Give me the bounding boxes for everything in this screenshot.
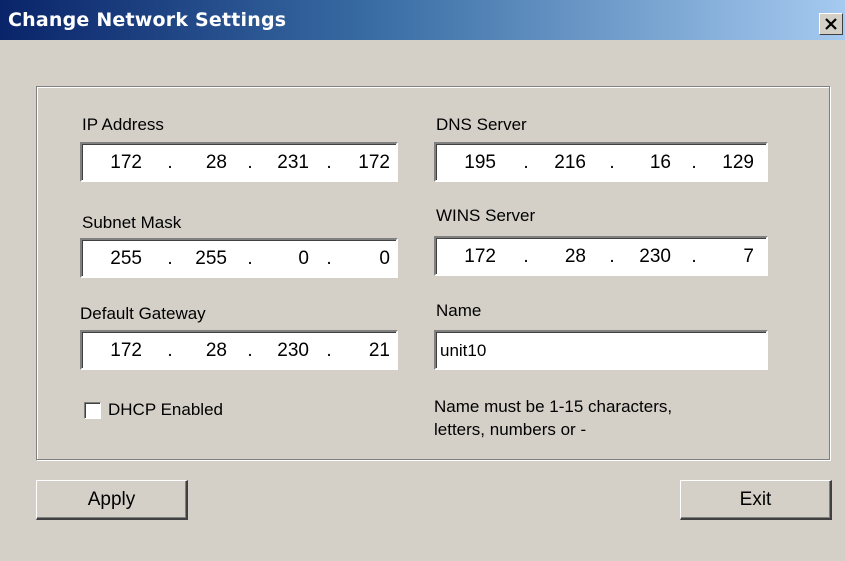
wins-server-octet-1[interactable]: 172 — [446, 246, 496, 268]
default-gateway-field[interactable]: 172 . 28 . 230 . 21 — [80, 330, 398, 370]
ip-address-label: IP Address — [82, 115, 164, 134]
octet-separator: . — [247, 340, 253, 361]
octet-separator: . — [247, 152, 253, 173]
octet-separator: . — [523, 246, 529, 267]
octet-separator: . — [167, 340, 173, 361]
octet-separator: . — [326, 248, 332, 269]
octet-separator: . — [326, 340, 332, 361]
title-bar[interactable]: Change Network Settings — [0, 0, 845, 40]
subnet-mask-octet-4[interactable]: 0 — [340, 248, 390, 270]
ip-address-octet-4[interactable]: 172 — [340, 152, 390, 174]
octet-separator: . — [167, 248, 173, 269]
exit-button[interactable]: Exit — [680, 480, 832, 520]
dns-server-octet-4[interactable]: 129 — [704, 152, 754, 174]
default-gateway-octet-2[interactable]: 28 — [177, 340, 227, 362]
default-gateway-label: Default Gateway — [80, 304, 206, 323]
window-title: Change Network Settings — [8, 9, 287, 31]
ip-address-field[interactable]: 172 . 28 . 231 . 172 — [80, 142, 398, 182]
subnet-mask-octet-2[interactable]: 255 — [177, 248, 227, 270]
ip-address-octet-1[interactable]: 172 — [92, 152, 142, 174]
dns-server-label: DNS Server — [436, 115, 527, 134]
ip-address-octet-3[interactable]: 231 — [259, 152, 309, 174]
wins-server-octet-2[interactable]: 28 — [536, 246, 586, 268]
ip-address-octet-2[interactable]: 28 — [177, 152, 227, 174]
subnet-mask-field[interactable]: 255 . 255 . 0 . 0 — [80, 238, 398, 278]
dns-server-octet-3[interactable]: 16 — [621, 152, 671, 174]
dhcp-enabled-label[interactable]: DHCP Enabled — [108, 400, 223, 420]
dns-server-octet-2[interactable]: 216 — [536, 152, 586, 174]
dns-server-octet-1[interactable]: 195 — [446, 152, 496, 174]
name-input-value: unit10 — [440, 341, 487, 360]
wins-server-octet-3[interactable]: 230 — [621, 246, 671, 268]
subnet-mask-label: Subnet Mask — [82, 213, 182, 232]
default-gateway-octet-1[interactable]: 172 — [92, 340, 142, 362]
octet-separator: . — [523, 152, 529, 173]
octet-separator: . — [247, 248, 253, 269]
default-gateway-octet-3[interactable]: 230 — [259, 340, 309, 362]
octet-separator: . — [326, 152, 332, 173]
wins-server-label: WINS Server — [436, 206, 536, 225]
wins-server-field[interactable]: 172 . 28 . 230 . 7 — [434, 236, 768, 276]
close-icon — [825, 18, 837, 30]
octet-separator: . — [167, 152, 173, 173]
name-input[interactable]: unit10 — [434, 330, 768, 370]
dns-server-field[interactable]: 195 . 216 . 16 . 129 — [434, 142, 768, 182]
subnet-mask-octet-1[interactable]: 255 — [92, 248, 142, 270]
wins-server-octet-4[interactable]: 7 — [704, 246, 754, 268]
octet-separator: . — [691, 152, 697, 173]
octet-separator: . — [691, 246, 697, 267]
name-hint-line-1: Name must be 1-15 characters, — [434, 397, 673, 416]
default-gateway-octet-4[interactable]: 21 — [340, 340, 390, 362]
name-hint-line-2: letters, numbers or - — [434, 420, 587, 439]
apply-button[interactable]: Apply — [36, 480, 188, 520]
octet-separator: . — [609, 152, 615, 173]
dhcp-enabled-checkbox[interactable] — [84, 402, 101, 419]
name-label: Name — [436, 301, 482, 320]
subnet-mask-octet-3[interactable]: 0 — [259, 248, 309, 270]
octet-separator: . — [609, 246, 615, 267]
close-button[interactable] — [819, 13, 843, 35]
